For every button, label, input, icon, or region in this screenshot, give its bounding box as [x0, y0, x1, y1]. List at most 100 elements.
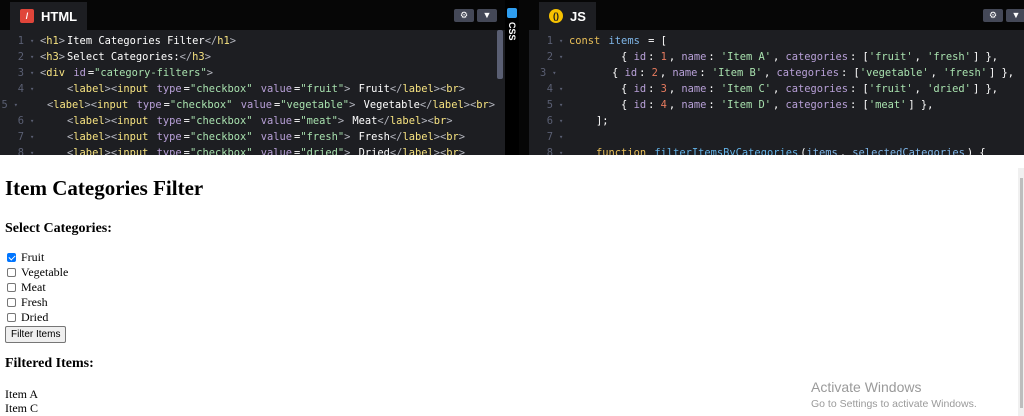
- code-line[interactable]: 7 ▾: [529, 129, 1014, 145]
- code-line[interactable]: 8 ▾ function filterItemsByCategories (item…: [529, 145, 1014, 155]
- line-number: 1: [17, 35, 24, 47]
- page-title: Item Categories Filter: [5, 176, 204, 200]
- line-number: 6: [17, 115, 24, 127]
- line-number: 4: [17, 83, 24, 95]
- panel-resize-handle[interactable]: [519, 0, 529, 155]
- fold-arrow-icon[interactable]: ▾: [559, 49, 567, 65]
- checkbox-box[interactable]: [7, 253, 16, 262]
- code-line[interactable]: 5 ▾ { id: 4, name: 'Item D', categories: …: [529, 97, 1014, 113]
- code-text: ];: [571, 115, 609, 127]
- fold-arrow-icon[interactable]: ▾: [30, 129, 38, 145]
- html-icon: /: [20, 9, 34, 23]
- css-icon: [507, 8, 517, 18]
- fold-arrow-icon[interactable]: ▾: [559, 145, 567, 155]
- js-collapse-button[interactable]: ▼: [1006, 9, 1024, 22]
- line-number: 5: [1, 99, 8, 111]
- code-line[interactable]: 2 ▾ { id: 1, name: 'Item A', categories: …: [529, 49, 1014, 65]
- html-code-editor[interactable]: 1 ▾ <h1> Item Categories Filter</h1> 2 ▾ <h3> S…: [0, 33, 495, 155]
- code-text: <label><input type ="checkbox" value ="veg…: [46, 99, 495, 111]
- editor-area: / HTML ⚙ ▼ 1 ▾ <h1> Item Categories Filter<…: [0, 0, 1024, 155]
- code-line[interactable]: 3 ▾ <div id ="category-filters">: [0, 65, 495, 81]
- fold-arrow-icon[interactable]: ▾: [30, 145, 38, 155]
- checkbox-label: Dried: [21, 310, 49, 324]
- select-categories-heading: Select Categories:: [5, 221, 112, 236]
- code-text: <label><input type ="checkbox" value ="dri…: [67, 147, 466, 155]
- code-line[interactable]: 1 ▾ <h1> Item Categories Filter</h1>: [0, 33, 495, 49]
- checkbox-label: Fresh: [21, 295, 48, 309]
- css-tab-label: CSS: [507, 22, 517, 41]
- checkbox-label: Vegetable: [21, 265, 69, 279]
- line-number: 5: [546, 99, 553, 111]
- line-number: 4: [546, 83, 553, 95]
- fold-arrow-icon[interactable]: ▾: [30, 33, 38, 49]
- js-settings-button[interactable]: ⚙: [983, 9, 1003, 22]
- code-line[interactable]: 7 ▾ <label><input type ="checkbox" value ="…: [0, 129, 495, 145]
- chevron-down-icon: ▼: [482, 10, 492, 20]
- line-number: 8: [17, 147, 24, 155]
- filter-items-button[interactable]: Filter Items: [5, 326, 67, 343]
- checkbox-meat[interactable]: Meat: [5, 280, 46, 295]
- js-code-editor[interactable]: 1 ▾ const items = [2 ▾ { id: 1, name: 'Item…: [529, 33, 1014, 155]
- fold-arrow-icon[interactable]: ▾: [559, 81, 567, 97]
- fold-arrow-icon[interactable]: ▾: [30, 113, 38, 129]
- code-line[interactable]: 1 ▾ const items = [: [529, 33, 1014, 49]
- code-line[interactable]: 6 ▾ ];: [529, 113, 1014, 129]
- js-panel-header: () JS ⚙ ▼: [529, 0, 1024, 30]
- line-number: 6: [546, 115, 553, 127]
- checkbox-box[interactable]: [7, 298, 16, 307]
- line-number: 7: [17, 131, 24, 143]
- html-panel-header: / HTML ⚙ ▼: [0, 0, 505, 30]
- line-number: 3: [539, 67, 547, 79]
- watermark-title: Activate Windows: [811, 379, 922, 395]
- html-tab-label: HTML: [41, 8, 78, 24]
- fold-arrow-icon[interactable]: ▾: [559, 113, 567, 129]
- code-text: const items = [: [569, 35, 667, 47]
- css-editor-collapsed[interactable]: CSS: [505, 0, 519, 155]
- fold-arrow-icon[interactable]: ▾: [559, 97, 567, 113]
- html-settings-button[interactable]: ⚙: [454, 9, 474, 22]
- checkbox-box[interactable]: [7, 313, 16, 322]
- html-tab[interactable]: / HTML: [10, 2, 88, 30]
- code-text: { id: 3, name: 'Item C', categories: ['f…: [571, 83, 998, 95]
- html-collapse-button[interactable]: ▼: [477, 9, 497, 22]
- js-icon: (): [549, 9, 563, 23]
- checkbox-dried[interactable]: Dried: [5, 310, 48, 325]
- line-number: 3: [17, 67, 24, 79]
- checkbox-box[interactable]: [7, 268, 16, 277]
- checkbox-label: Meat: [21, 280, 46, 294]
- code-line[interactable]: 4 ▾ <label><input type ="checkbox" value ="…: [0, 81, 495, 97]
- line-number: 8: [546, 147, 553, 155]
- code-line[interactable]: 6 ▾ <label><input type ="checkbox" value ="…: [0, 113, 495, 129]
- filtered-item: Item A: [5, 387, 38, 401]
- line-number: 7: [546, 131, 553, 143]
- filtered-item: Item C: [5, 401, 38, 415]
- checkbox-vegetable[interactable]: Vegetable: [5, 265, 68, 280]
- activate-windows-watermark: Activate Windows Go to Settings to activ…: [811, 379, 977, 410]
- output-scrollbar-thumb[interactable]: [1020, 178, 1023, 408]
- code-text: { id: 2, name: 'Item B', categories: ['v…: [562, 67, 1014, 79]
- fold-arrow-icon[interactable]: ▾: [559, 129, 567, 145]
- fold-arrow-icon[interactable]: ▾: [30, 49, 38, 65]
- code-line[interactable]: 8 ▾ <label><input type ="checkbox" value ="…: [0, 145, 495, 155]
- gear-icon: ⚙: [459, 10, 469, 20]
- fold-arrow-icon[interactable]: ▾: [30, 81, 38, 97]
- html-editor-scrollbar[interactable]: [497, 30, 503, 79]
- js-tab[interactable]: () JS: [539, 2, 596, 30]
- checkbox-fruit[interactable]: Fruit: [5, 250, 44, 265]
- code-line[interactable]: 2 ▾ <h3> Select Categories:</h3>: [0, 49, 495, 65]
- checkbox-label: Fruit: [21, 250, 45, 264]
- checkbox-box[interactable]: [7, 283, 16, 292]
- code-text: <label><input type ="checkbox" value ="fre…: [67, 131, 466, 143]
- code-text: <label><input type ="checkbox" value ="fru…: [67, 83, 466, 95]
- output-resize-handle[interactable]: [0, 155, 1024, 168]
- code-text: { id: 1, name: 'Item A', categories: ['f…: [571, 51, 998, 63]
- code-line[interactable]: 4 ▾ { id: 3, name: 'Item C', categories: …: [529, 81, 1014, 97]
- checkbox-fresh[interactable]: Fresh: [5, 295, 48, 310]
- code-line[interactable]: 3 ▾ { id: 2, name: 'Item B', categories: …: [529, 65, 1014, 81]
- preview-output: Item Categories Filter Select Categories…: [0, 168, 1018, 416]
- fold-arrow-icon[interactable]: ▾: [30, 65, 38, 81]
- code-text: <h3> Select Categories:</h3>: [40, 51, 211, 63]
- fold-arrow-icon[interactable]: ▾: [559, 33, 567, 49]
- code-line[interactable]: 5 ▾ <label><input type ="checkbox" value ="…: [0, 97, 495, 113]
